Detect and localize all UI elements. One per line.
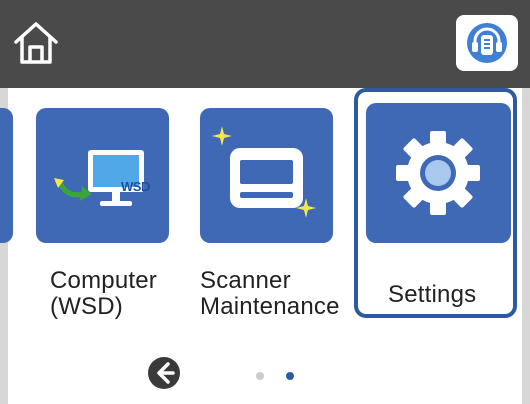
scanner-icon	[212, 126, 316, 218]
page-indicator-1	[256, 372, 264, 380]
previous-app-tile[interactable]	[0, 108, 13, 243]
page-indicator-2	[286, 372, 294, 380]
right-scroll-edge	[522, 88, 530, 404]
home-button[interactable]	[10, 20, 62, 66]
help-button[interactable]	[456, 15, 518, 71]
scanner-maintenance-label: Scanner Maintenance	[200, 268, 350, 320]
settings-label: Settings	[388, 281, 477, 308]
back-button[interactable]	[147, 356, 181, 390]
help-icon	[467, 23, 507, 63]
scanner-label-line2: Maintenance	[200, 293, 340, 320]
top-bar	[0, 0, 530, 88]
computer-wsd-label: Computer (WSD)	[50, 268, 157, 320]
computer-wsd-label-line1: Computer	[50, 267, 157, 294]
home-icon	[14, 22, 58, 64]
computer-wsd-label-line2: (WSD)	[50, 293, 123, 320]
scanner-maintenance-tile[interactable]	[200, 108, 333, 243]
scanner-label-line1: Scanner	[200, 268, 291, 294]
computer-wsd-icon	[54, 150, 144, 206]
arrow-left-icon	[148, 357, 180, 389]
computer-wsd-tile[interactable]: WSD	[36, 108, 169, 243]
wsd-badge: WSD	[121, 179, 150, 194]
